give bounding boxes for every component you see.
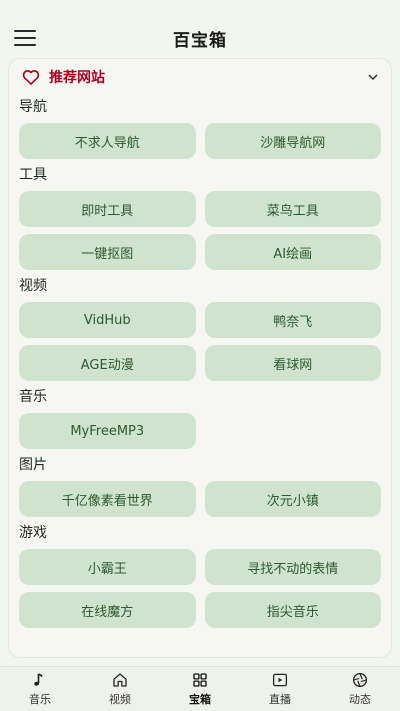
site-button[interactable]: AI绘画	[204, 234, 381, 270]
site-button[interactable]: 菜鸟工具	[204, 191, 381, 227]
button-row: 不求人导航 沙雕导航网	[9, 123, 391, 159]
site-button[interactable]: 小霸王	[19, 549, 196, 585]
site-button[interactable]: 寻找不动的表情	[204, 549, 381, 585]
nav-item-music[interactable]: 音乐	[0, 667, 80, 711]
button-row: 即时工具 菜鸟工具	[9, 191, 391, 227]
section-label: 视频	[19, 278, 47, 294]
heart-icon	[22, 70, 40, 85]
sections-container: 导航 不求人导航 沙雕导航网 工具 即时工具 菜鸟工具 一键抠图 AI绘画 视频 VidHub 鸭奈…	[9, 97, 391, 628]
button-row: VidHub 鸭奈飞	[9, 302, 391, 338]
section-label: 游戏	[19, 525, 47, 541]
nav-item-treasure[interactable]: 宝箱	[160, 667, 240, 711]
music-note-icon	[34, 673, 43, 686]
site-button[interactable]: 鸭奈飞	[204, 302, 381, 338]
chevron-down-icon[interactable]	[367, 71, 379, 83]
play-box-icon	[272, 673, 288, 687]
button-row: 千亿像素看世界 次元小镇	[9, 481, 391, 517]
button-row: MyFreeMP3	[9, 413, 391, 449]
site-button[interactable]: MyFreeMP3	[19, 413, 196, 449]
home-icon	[113, 673, 127, 687]
site-button[interactable]: VidHub	[19, 302, 196, 338]
nav-label: 动态	[349, 693, 371, 706]
site-button[interactable]: 沙雕导航网	[204, 123, 381, 159]
site-button[interactable]: 指尖音乐	[204, 592, 381, 628]
site-button[interactable]: 不求人导航	[19, 123, 196, 159]
site-button[interactable]: 千亿像素看世界	[19, 481, 196, 517]
site-button[interactable]: 看球网	[204, 345, 381, 381]
nav-label: 视频	[109, 693, 131, 706]
button-row: 一键抠图 AI绘画	[9, 234, 391, 270]
site-button[interactable]: 在线魔方	[19, 592, 196, 628]
section-label: 导航	[19, 99, 47, 115]
site-button[interactable]: 即时工具	[19, 191, 196, 227]
nav-item-feed[interactable]: 动态	[320, 667, 400, 711]
nav-label: 宝箱	[189, 693, 211, 706]
menu-icon[interactable]	[14, 30, 36, 46]
button-row: 小霸王 寻找不动的表情	[9, 549, 391, 585]
section-label: 图片	[19, 457, 47, 473]
recommended-sites-card: 推荐网站 导航 不求人导航 沙雕导航网 工具 即时工具 菜鸟工具 一键抠图 AI绘画 视频 Vid…	[8, 58, 392, 658]
bottom-navigation: 音乐 视频 宝箱 直播 动态	[0, 666, 400, 711]
nav-item-video[interactable]: 视频	[80, 667, 160, 711]
nav-label: 音乐	[29, 693, 51, 706]
status-bar	[0, 0, 400, 20]
site-button[interactable]: 次元小镇	[204, 481, 381, 517]
nav-item-live[interactable]: 直播	[240, 667, 320, 711]
site-button[interactable]: 一键抠图	[19, 234, 196, 270]
nav-label: 直播	[269, 693, 291, 706]
card-header[interactable]: 推荐网站	[9, 59, 391, 95]
aperture-icon	[352, 672, 368, 688]
section-label: 工具	[19, 167, 47, 183]
page-title: 百宝箱	[173, 30, 227, 51]
button-row: AGE动漫 看球网	[9, 345, 391, 381]
site-button[interactable]: AGE动漫	[19, 345, 196, 381]
section-label: 音乐	[19, 389, 47, 405]
button-row: 在线魔方 指尖音乐	[9, 592, 391, 628]
grid-icon	[193, 673, 207, 687]
card-title: 推荐网站	[49, 70, 105, 86]
top-app-bar: 百宝箱	[0, 20, 400, 56]
